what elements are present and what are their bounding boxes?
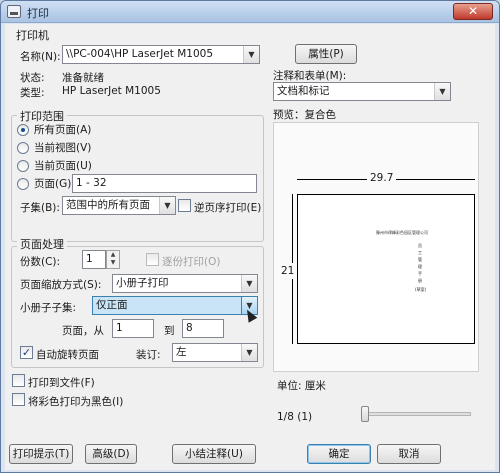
width-dimension: 29.7: [367, 172, 397, 184]
copies-label: 份数(C):: [20, 256, 61, 268]
print-dialog: 打印 ✕ 打印机 名称(N): \\PC-004\HP LaserJet M10…: [0, 0, 500, 473]
printer-name-label: 名称(N):: [20, 51, 61, 63]
unit-label: 单位: 厘米: [277, 380, 326, 392]
page-slider-track[interactable]: [361, 412, 471, 416]
preview-line: 工: [418, 250, 422, 255]
advanced-button[interactable]: 高级(D): [85, 444, 137, 464]
printer-name-select[interactable]: \\PC-004\HP LaserJet M1005 ▼: [62, 45, 260, 64]
radio-all-pages[interactable]: [17, 124, 29, 136]
collate-label: 逐份打印(O): [162, 256, 221, 268]
spin-up-icon: ▲: [110, 251, 116, 258]
page-slider-thumb[interactable]: [361, 406, 369, 422]
all-pages-label: 所有页面(A): [34, 124, 92, 136]
radio-current-view[interactable]: [17, 142, 29, 154]
printer-icon: [7, 5, 21, 18]
subset-value: 范围中的所有页面: [66, 199, 150, 211]
print-to-file-label: 打印到文件(F): [28, 377, 95, 389]
chevron-down-icon: ▼: [159, 197, 175, 214]
preview-line: (草案): [415, 287, 427, 292]
page-to-input[interactable]: 8: [182, 319, 224, 338]
printer-group-label: 打印机: [13, 27, 52, 43]
window-title: 打印: [27, 7, 49, 20]
radio-pages[interactable]: [17, 178, 29, 190]
page-from-label: 页面，从: [62, 325, 104, 337]
reverse-pages-label: 逆页序打印(E): [194, 202, 262, 214]
comments-forms-label: 注释和表单(M):: [273, 70, 347, 82]
booklet-subset-label: 小册子子集:: [20, 302, 77, 314]
booklet-subset-value: 仅正面: [96, 299, 128, 311]
binding-select[interactable]: 左 ▼: [172, 343, 258, 362]
chevron-down-icon: ▼: [243, 46, 259, 63]
preview-line: 理: [418, 264, 422, 269]
title-bar[interactable]: 打印 ✕: [1, 1, 499, 23]
binding-label: 装订:: [136, 349, 161, 361]
auto-rotate-checkbox[interactable]: ✓: [20, 346, 33, 359]
preview-label: 预览：复合色: [273, 109, 336, 121]
properties-button[interactable]: 属性(P): [295, 44, 357, 64]
auto-rotate-label: 自动旋转页面: [36, 349, 99, 361]
comments-forms-value: 文档和标记: [277, 85, 330, 97]
preview-line: 手: [418, 271, 422, 276]
chevron-down-icon: ▼: [434, 83, 450, 100]
preview-page: 滕州市律峰彩色园区管理公司 员 工 管 理 手 册 (草案): [297, 194, 475, 344]
type-value: HP LaserJet M1005: [62, 85, 161, 97]
copies-spinner[interactable]: ▲ ▼: [106, 250, 120, 269]
current-page-label: 当前页面(U): [34, 160, 92, 172]
type-label: 类型:: [20, 87, 45, 99]
print-tips-button[interactable]: 打印提示(T): [9, 444, 73, 464]
page-handling-label: 页面处理: [17, 236, 67, 252]
close-button[interactable]: ✕: [453, 3, 493, 20]
scaling-label: 页面缩放方式(S):: [20, 279, 102, 291]
summarize-comments-button[interactable]: 小结注释(U): [172, 444, 256, 464]
subset-label: 子集(B):: [20, 202, 60, 214]
copies-input[interactable]: 1: [82, 250, 106, 269]
dialog-body: 打印机 名称(N): \\PC-004\HP LaserJet M1005 ▼ …: [5, 24, 495, 470]
preview-line: 册: [418, 278, 422, 283]
pages-label: 页面(G): [34, 178, 72, 190]
preview-company-line: 滕州市律峰彩色园区管理公司: [376, 230, 428, 235]
print-black-checkbox[interactable]: [12, 393, 25, 406]
collate-checkbox[interactable]: [146, 253, 159, 266]
preview-line: 管: [418, 257, 422, 262]
preview-line: 员: [418, 243, 422, 248]
print-black-label: 将彩色打印为黑色(I): [28, 396, 124, 408]
page-from-input[interactable]: 1: [112, 319, 154, 338]
radio-current-page[interactable]: [17, 160, 29, 172]
status-value: 准备就绪: [62, 72, 104, 84]
cancel-button[interactable]: 取消: [377, 444, 441, 464]
print-to-file-checkbox[interactable]: [12, 374, 25, 387]
comments-forms-select[interactable]: 文档和标记 ▼: [273, 82, 451, 101]
ok-button[interactable]: 确定: [307, 444, 371, 464]
reverse-pages-checkbox[interactable]: [178, 199, 191, 212]
height-dimension: 21: [281, 263, 295, 279]
scaling-value: 小册子打印: [116, 277, 169, 289]
page-to-label: 到: [164, 325, 175, 337]
scaling-select[interactable]: 小册子打印 ▼: [112, 274, 258, 293]
chevron-down-icon: ▼: [241, 275, 257, 292]
printer-name-value: \\PC-004\HP LaserJet M1005: [66, 48, 213, 60]
pages-input[interactable]: 1 - 32: [72, 174, 257, 193]
status-label: 状态:: [20, 72, 45, 84]
page-indicator: 1/8 (1): [277, 411, 313, 423]
current-view-label: 当前视图(V): [34, 142, 92, 154]
booklet-subset-select[interactable]: 仅正面 ▼: [92, 296, 258, 315]
spin-down-icon: ▼: [110, 259, 116, 266]
chevron-down-icon: ▼: [241, 344, 257, 361]
binding-value: 左: [176, 346, 187, 358]
subset-select[interactable]: 范围中的所有页面 ▼: [62, 196, 176, 215]
